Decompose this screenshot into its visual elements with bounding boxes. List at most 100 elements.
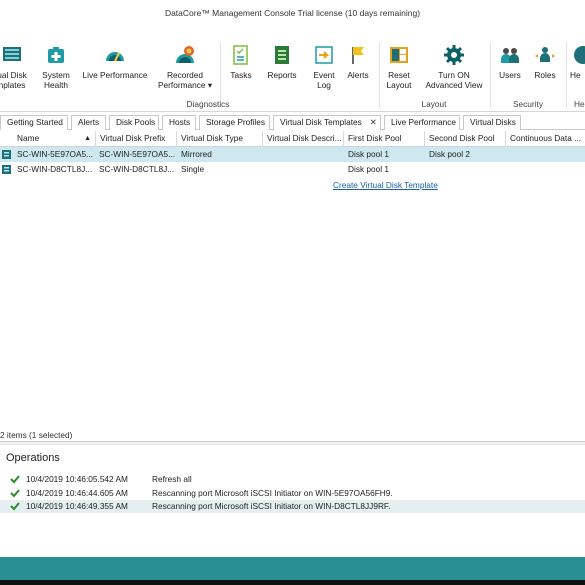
tab-getting-started[interactable]: Getting Started [0, 115, 68, 130]
advanced-view-gear-icon [444, 45, 464, 65]
users-label: Users [499, 70, 521, 80]
success-check-icon [10, 475, 20, 484]
panel-splitter[interactable] [0, 441, 585, 445]
tab-label: Alerts [78, 117, 100, 127]
tab-label: Storage Profiles [206, 117, 266, 127]
operation-time: 10/4/2019 10:46:44.605 AM [26, 488, 128, 498]
status-bar [0, 557, 585, 580]
success-check-icon [10, 489, 20, 498]
tab-label: Virtual Disk Templates [280, 117, 362, 127]
ribbon-toolbar: ual Disk nplates System Health Live Perf… [0, 38, 585, 112]
cell-first-pool: Disk pool 1 [348, 149, 390, 159]
virtual-disk-templates-label: ual Disk nplates [0, 70, 27, 90]
system-health-label: System Health [42, 70, 70, 90]
window-title: DataCore™ Management Console Trial licen… [164, 8, 421, 18]
tab-alerts[interactable]: Alerts [71, 115, 106, 130]
tab-virtual-disks[interactable]: Virtual Disks [463, 115, 521, 130]
group-label-diagnostics: Diagnostics [186, 99, 230, 109]
operation-time: 10/4/2019 10:46:49.355 AM [26, 501, 128, 511]
cell-second-pool: Disk pool 2 [429, 149, 471, 159]
grid-header: Name ▲ Virtual Disk Prefix Virtual Disk … [0, 131, 585, 147]
operation-row[interactable]: 10/4/2019 10:46:44.605 AM Rescanning por… [0, 487, 585, 500]
sort-ascending-icon: ▲ [84, 135, 91, 142]
live-performance-icon [106, 52, 124, 62]
tasks-button[interactable]: Tasks [226, 44, 256, 80]
tab-label: Hosts [169, 117, 191, 127]
operation-message: Rescanning port Microsoft iSCSI Initiato… [152, 488, 393, 498]
roles-label: Roles [534, 70, 556, 80]
reset-layout-button[interactable]: Reset Layout [383, 44, 415, 90]
group-label-help: He [574, 99, 585, 109]
system-health-button[interactable]: System Health [38, 44, 74, 90]
column-label: Virtual Disk Descri... [267, 133, 342, 143]
document-tabs: Getting Started Alerts Disk Pools Hosts … [0, 114, 585, 131]
cell-type: Single [181, 164, 205, 174]
tab-label: Disk Pools [116, 117, 156, 127]
cell-name: SC-WIN-5E97OA5... [17, 149, 94, 159]
advanced-view-button[interactable]: Turn ON Advanced View [423, 44, 485, 90]
operation-row[interactable]: 10/4/2019 10:46:05.542 AM Refresh all [0, 473, 585, 486]
advanced-view-label: Turn ON Advanced View [425, 70, 483, 90]
alerts-button[interactable]: Alerts [344, 44, 372, 80]
column-header-cdp[interactable]: Continuous Data ... [506, 131, 585, 147]
ribbon-separator [490, 42, 491, 108]
roles-button[interactable]: Roles [530, 44, 560, 80]
tab-label: Getting Started [7, 117, 63, 127]
alerts-flag-icon [352, 47, 364, 64]
column-label: Continuous Data ... [510, 133, 582, 143]
reports-label: Reports [267, 70, 297, 80]
cell-name: SC-WIN-D8CTL8J... [17, 164, 93, 174]
recorded-performance-icon [176, 46, 194, 63]
column-header-second-pool[interactable]: Second Disk Pool [425, 131, 506, 147]
operation-message: Refresh all [152, 474, 192, 484]
users-button[interactable]: Users [496, 44, 524, 80]
column-header-prefix[interactable]: Virtual Disk Prefix [96, 131, 177, 147]
success-check-icon [10, 502, 20, 511]
column-label: Virtual Disk Type [181, 133, 243, 143]
operation-row[interactable]: 10/4/2019 10:46:49.355 AM Rescanning por… [0, 500, 585, 513]
virtual-disk-templates-button[interactable]: ual Disk nplates [0, 44, 32, 90]
group-label-security: Security [513, 99, 543, 109]
help-button[interactable]: He [570, 44, 585, 80]
tab-hosts[interactable]: Hosts [162, 115, 196, 130]
users-icon [501, 48, 519, 63]
tab-disk-pools[interactable]: Disk Pools [109, 115, 159, 130]
column-header-description[interactable]: Virtual Disk Descri... [263, 131, 344, 147]
tasks-label: Tasks [230, 70, 252, 80]
reset-layout-label: Reset Layout [386, 70, 412, 90]
taskbar-edge [0, 580, 585, 585]
column-header-type[interactable]: Virtual Disk Type [177, 131, 263, 147]
virtual-disk-template-icon [2, 165, 11, 174]
group-label-layout: Layout [421, 99, 447, 109]
help-label: He [570, 70, 581, 80]
tab-storage-profiles[interactable]: Storage Profiles [199, 115, 270, 130]
tab-live-performance[interactable]: Live Performance [384, 115, 460, 130]
table-row[interactable]: SC-WIN-5E97OA5... SC-WIN-5E97OA5... Mirr… [0, 147, 585, 162]
recorded-performance-button[interactable]: Recorded Performance ▾ [156, 44, 214, 90]
column-label: Name [17, 133, 40, 143]
event-log-label: Event Log [313, 70, 335, 90]
tab-virtual-disk-templates[interactable]: Virtual Disk Templates ✕ [273, 115, 381, 131]
reports-button[interactable]: Reports [265, 44, 299, 80]
ribbon-separator [566, 42, 567, 108]
column-header-first-pool[interactable]: First Disk Pool [344, 131, 425, 147]
status-item-count: 2 items (1 selected) [0, 430, 73, 440]
cell-first-pool: Disk pool 1 [348, 164, 390, 174]
virtual-disk-template-icon [2, 150, 11, 159]
operation-message: Rescanning port Microsoft iSCSI Initiato… [152, 501, 391, 511]
table-row[interactable]: SC-WIN-D8CTL8J... SC-WIN-D8CTL8J... Sing… [0, 162, 585, 177]
column-label: Second Disk Pool [429, 133, 495, 143]
operations-title: Operations [6, 452, 60, 464]
column-header-name[interactable]: Name ▲ [13, 131, 96, 147]
operation-time: 10/4/2019 10:46:05.542 AM [26, 474, 128, 484]
live-performance-label: Live Performance [82, 70, 148, 80]
close-tab-icon[interactable]: ✕ [370, 117, 377, 127]
tab-label: Live Performance [391, 117, 457, 127]
live-performance-button[interactable]: Live Performance [81, 44, 149, 80]
create-virtual-disk-template-link[interactable]: Create Virtual Disk Template [333, 180, 438, 190]
alerts-label: Alerts [347, 70, 369, 80]
cell-prefix: SC-WIN-D8CTL8J... [99, 164, 175, 174]
column-label: First Disk Pool [348, 133, 402, 143]
tab-label: Virtual Disks [470, 117, 516, 127]
event-log-button[interactable]: Event Log [309, 44, 339, 90]
